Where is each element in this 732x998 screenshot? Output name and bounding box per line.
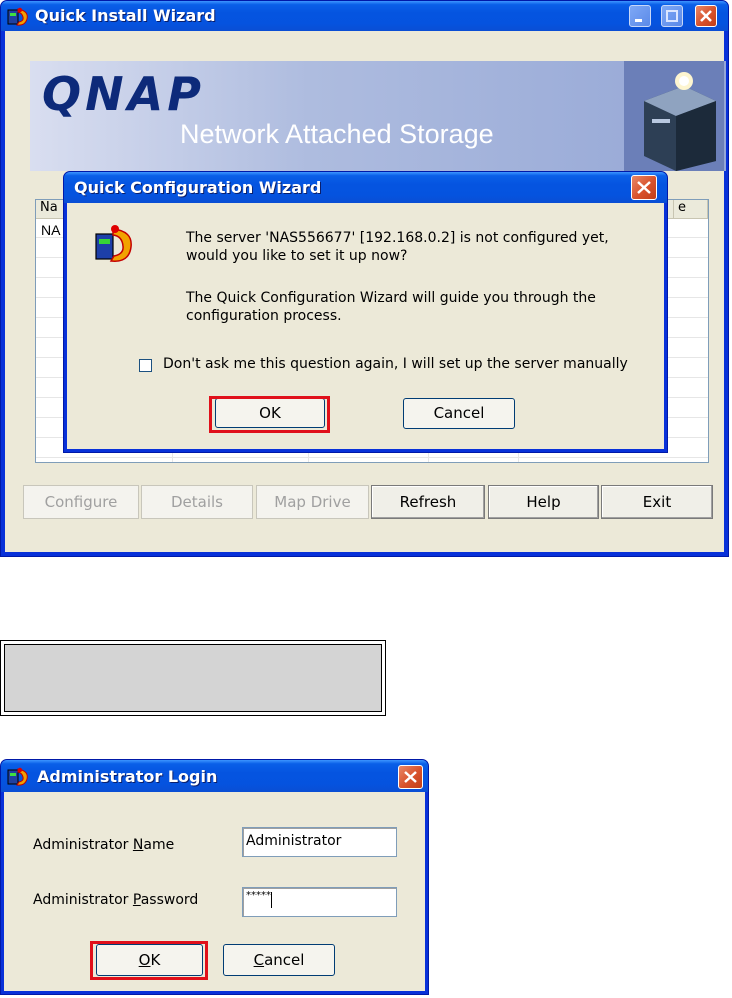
message-line-2: would you like to set it up now? <box>186 248 408 264</box>
refresh-button[interactable]: Refresh <box>371 485 485 519</box>
banner-brand: QNAP <box>42 67 205 121</box>
highlight-box-ok <box>209 396 330 433</box>
dialog-cancel-button[interactable]: Cancel <box>403 398 515 429</box>
configure-button[interactable]: Configure <box>23 485 139 519</box>
nas-device-image <box>624 61 724 171</box>
admin-name-input[interactable]: Administrator <box>242 827 397 857</box>
dialog-client-area: The server 'NAS556677' [192.168.0.2] is … <box>67 203 664 449</box>
maximize-icon <box>666 10 678 22</box>
window-title: Quick Install Wizard <box>35 6 216 25</box>
title-bar[interactable]: Quick Install Wizard <box>1 1 728 31</box>
quick-configuration-wizard-dialog: Quick Configuration Wizard The server 'N… <box>63 171 668 453</box>
highlight-box-login-ok <box>90 941 208 980</box>
dont-ask-label[interactable]: Don't ask me this question again, I will… <box>163 356 628 372</box>
close-button[interactable] <box>695 5 717 27</box>
message-line-3: The Quick Configuration Wizard will guid… <box>186 290 596 306</box>
close-icon <box>404 771 417 783</box>
dialog-close-button[interactable] <box>631 175 657 200</box>
banner-subtitle: Network Attached Storage <box>180 119 494 149</box>
admin-name-label: Administrator Name <box>33 837 175 853</box>
message-line-1: The server 'NAS556677' [192.168.0.2] is … <box>186 230 609 246</box>
close-icon <box>637 181 651 194</box>
qnap-banner: QNAP Network Attached Storage <box>30 61 726 171</box>
login-client-area: Administrator Name Administrator Adminis… <box>4 792 425 991</box>
admin-password-label: Administrator Password <box>33 892 199 908</box>
admin-password-input[interactable]: ***** <box>242 887 397 917</box>
minimize-icon <box>635 19 642 22</box>
minimize-button[interactable] <box>629 5 651 27</box>
list-first-cell[interactable]: NA <box>41 222 60 238</box>
empty-gray-panel <box>0 640 386 716</box>
empty-gray-panel-inner <box>4 644 382 712</box>
dont-ask-checkbox[interactable] <box>139 359 152 372</box>
list-header-last[interactable]: e <box>674 200 708 219</box>
login-title-bar[interactable]: Administrator Login <box>1 760 428 792</box>
login-cancel-button[interactable]: Cancel <box>223 944 335 976</box>
map-drive-button[interactable]: Map Drive <box>256 485 369 519</box>
grid-row-line <box>36 457 708 458</box>
maximize-button[interactable] <box>661 5 683 27</box>
administrator-login-dialog: Administrator Login Administrator Name A… <box>0 759 429 995</box>
qnap-app-icon <box>7 7 28 26</box>
message-line-4: configuration process. <box>186 308 342 324</box>
qnap-app-icon <box>7 767 28 786</box>
text-cursor <box>271 892 272 908</box>
exit-button[interactable]: Exit <box>601 485 713 519</box>
login-close-button[interactable] <box>398 765 423 789</box>
details-button[interactable]: Details <box>141 485 253 519</box>
login-title: Administrator Login <box>37 767 218 786</box>
qnap-wizard-icon <box>95 225 132 262</box>
close-icon <box>700 10 712 22</box>
dialog-title-bar[interactable]: Quick Configuration Wizard <box>64 172 667 203</box>
dialog-title: Quick Configuration Wizard <box>74 178 322 197</box>
help-button[interactable]: Help <box>488 485 599 519</box>
